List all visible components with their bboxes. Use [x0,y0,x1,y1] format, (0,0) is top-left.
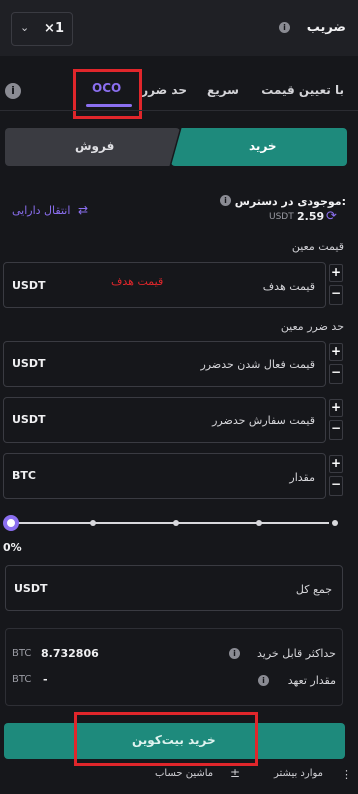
commitment-info-icon[interactable]: i [258,675,269,686]
price-section-label: قیمت معین [291,240,344,253]
leverage-selector[interactable]: ⌄ ×1 [11,12,73,46]
stop-section-label: حد ضرر معین [280,320,344,333]
max-buy-info-icon[interactable]: i [229,648,240,659]
sell-button[interactable]: فروش [5,128,180,166]
more-options-link[interactable]: موارد بیشتر [274,768,323,779]
stop-order-plus[interactable]: + [329,399,343,417]
commitment-unit: BTC [12,674,32,685]
tabs-info-icon[interactable]: i [5,83,21,99]
slider-mark-100[interactable] [332,520,338,526]
tabs-divider [0,110,358,111]
info-icon[interactable]: i [279,22,290,33]
slider-mark-75[interactable] [256,520,262,526]
stop-trigger-field[interactable]: USDT قیمت فعال شدن حدضرر [3,341,326,387]
balance-unit: USDT [269,212,294,222]
calculator-link[interactable]: ماشین حساب [155,768,213,779]
amount-field[interactable]: BTC مقدار [3,453,326,499]
target-price-plus[interactable]: + [329,264,343,282]
more-options-icon[interactable]: ⋮ [341,768,352,781]
commitment-label: مقدار تعهد [287,674,336,687]
leverage-label: ضریب [306,20,346,35]
tab-oco[interactable]: OCO [92,81,121,95]
stop-trigger-plus[interactable]: + [329,343,343,361]
percent-slider-handle[interactable] [3,515,19,531]
max-buy-unit: BTC [12,648,32,659]
target-price-minus[interactable]: − [329,285,343,305]
transfer-link[interactable]: ⇄ انتقال دارایی [12,203,88,217]
calculator-icon[interactable]: ± [230,766,240,780]
order-summary [5,628,343,706]
amount-plus[interactable]: + [329,455,343,473]
total-field[interactable]: USDT جمع کل [5,565,343,611]
buy-button[interactable]: خرید [171,128,347,166]
submit-button-highlight [74,712,258,766]
tab-oco-underline [86,104,132,107]
slider-mark-50[interactable] [173,520,179,526]
percent-value: 0% [3,541,22,554]
max-buy-label: حداکثر قابل خرید [257,647,336,660]
target-price-field[interactable]: USDT قیمت هدف قیمت هدف [3,262,326,308]
percent-slider-track[interactable] [11,522,329,524]
balance-amount: 2.59 [297,210,325,223]
tab-stop-loss[interactable]: حد ضرر [141,83,187,97]
refresh-icon[interactable]: ⟳ [326,209,337,224]
chevron-down-icon: ⌄ [20,21,30,34]
commitment-value: - [43,673,48,686]
stop-order-minus[interactable]: − [329,420,343,440]
balance-label: موجودی در دسترس: [234,195,346,208]
transfer-icon: ⇄ [78,203,89,217]
leverage-value: ×1 [44,21,64,36]
balance-info-icon[interactable]: i [220,195,231,206]
amount-minus[interactable]: − [329,476,343,496]
target-price-annotation: قیمت هدف [111,275,164,288]
max-buy-value: 8.732806 [41,647,99,660]
stop-order-field[interactable]: USDT قیمت سفارش حدضرر [3,397,326,443]
tab-market[interactable]: سریع [207,83,239,97]
stop-trigger-minus[interactable]: − [329,364,343,384]
tab-limit[interactable]: با تعیین قیمت [261,83,344,97]
slider-mark-25[interactable] [90,520,96,526]
